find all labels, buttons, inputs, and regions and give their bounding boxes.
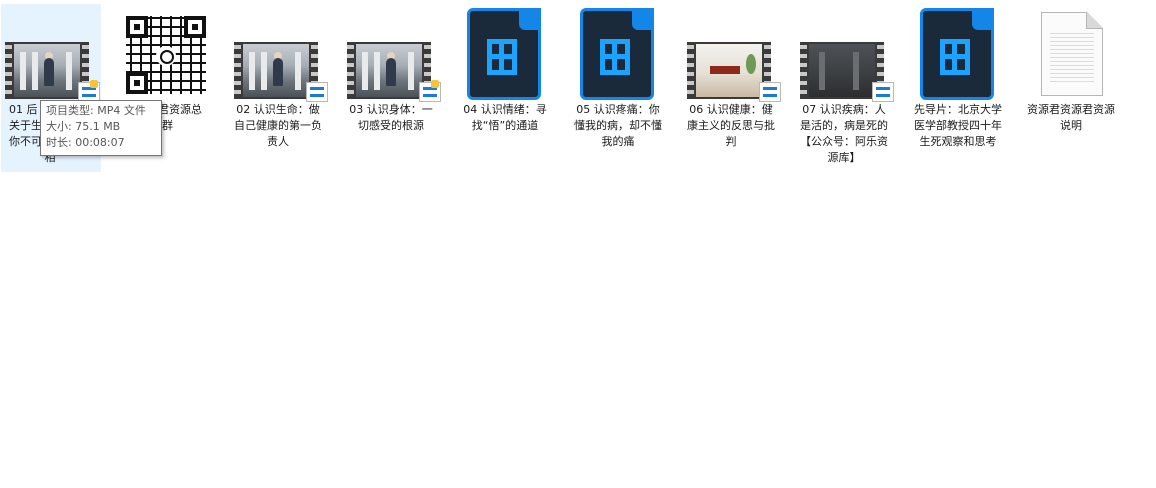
text-document-icon	[1041, 12, 1103, 96]
file-label: 05 认识疼痛：你懂我的病，却不懂我的痛	[574, 103, 662, 148]
file-item-05[interactable]: 05 认识疼痛：你懂我的病，却不懂我的痛	[568, 4, 668, 172]
video-file-badge-icon	[419, 80, 441, 102]
qr-code-thumbnail	[122, 12, 210, 98]
file-label: 资源君资源君资源说明	[1027, 103, 1115, 132]
video-thumbnail	[5, 42, 89, 99]
file-label: 02 认识生命：做自己健康的第一负责人	[234, 103, 322, 148]
file-label: 君资源总 群	[158, 103, 202, 132]
file-grid: 01 后 关于生 你不可 相 君资源总 群 02 认识生命：做自己健康的第一负责…	[0, 0, 1156, 190]
file-item-04[interactable]: 04 认识情绪：寻找“悟”的通道	[455, 4, 555, 172]
tooltip-type: 项目类型: MP4 文件	[46, 104, 146, 117]
file-label: 04 认识情绪：寻找“悟”的通道	[463, 103, 547, 132]
file-item-intro[interactable]: 先导片：北京大学医学部教授四十年生死观察和思考	[908, 4, 1008, 172]
tooltip-size: 大小: 75.1 MB	[46, 120, 121, 133]
file-item-07[interactable]: 07 认识疾病：人是活的，病是死的【公众号：阿乐资源库】	[794, 4, 894, 172]
file-item-03[interactable]: 03 认识身体：一切感受的根源	[341, 4, 441, 172]
file-info-tooltip: 项目类型: MP4 文件 大小: 75.1 MB 时长: 00:08:07	[40, 100, 162, 156]
video-file-badge-icon	[306, 82, 328, 102]
file-label: 先导片：北京大学医学部教授四十年生死观察和思考	[914, 103, 1002, 148]
tooltip-duration: 时长: 00:08:07	[46, 136, 125, 149]
video-file-badge-icon	[872, 82, 894, 102]
file-label: 06 认识健康：健康主义的反思与批判	[687, 103, 775, 148]
video-file-icon	[580, 8, 654, 100]
video-file-badge-icon	[759, 82, 781, 102]
video-file-badge-icon	[78, 80, 100, 102]
video-file-icon	[920, 8, 994, 100]
video-file-icon	[467, 8, 541, 100]
file-item-06[interactable]: 06 认识健康：健康主义的反思与批判	[681, 4, 781, 172]
file-item-02[interactable]: 02 认识生命：做自己健康的第一负责人	[228, 4, 328, 172]
file-label: 03 认识身体：一切感受的根源	[349, 103, 433, 132]
file-item-readme[interactable]: 资源君资源君资源说明	[1021, 4, 1121, 172]
file-label: 07 认识疾病：人是活的，病是死的【公众号：阿乐资源库】	[800, 103, 888, 164]
